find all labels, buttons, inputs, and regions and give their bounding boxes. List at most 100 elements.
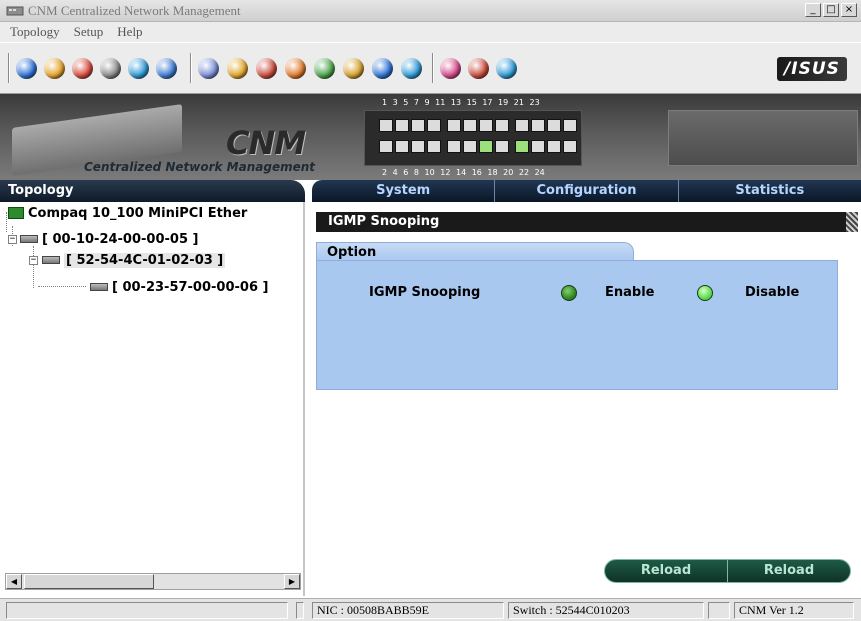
switch-port xyxy=(531,140,545,153)
switch-port xyxy=(379,119,393,132)
toolbar-button-icon[interactable] xyxy=(227,58,248,79)
switch-port xyxy=(463,140,477,153)
toolbar-button-icon[interactable] xyxy=(256,58,277,79)
content-area: IGMP Snooping Option IGMP Snooping Enabl… xyxy=(312,202,861,596)
section-header: IGMP Snooping xyxy=(316,212,846,232)
status-switch: Switch : 52544C010203 xyxy=(508,602,704,619)
window-title: CNM Centralized Network Management xyxy=(28,2,241,18)
toolbar-button-icon[interactable] xyxy=(440,58,461,79)
tree-root-label: Compaq 10_100 MiniPCI Ether xyxy=(28,205,248,221)
switch-port xyxy=(479,140,493,153)
tree-node-label: [ 00-23-57-00-00-06 ] xyxy=(112,279,269,295)
reload-button-2[interactable]: Reload xyxy=(727,560,850,582)
status-divider xyxy=(708,602,730,619)
menu-help[interactable]: Help xyxy=(117,24,142,40)
status-version: CNM Ver 1.2 xyxy=(734,602,854,619)
toolbar-button-icon[interactable] xyxy=(156,58,177,79)
tree-root[interactable]: Compaq 10_100 MiniPCI Ether xyxy=(8,204,247,222)
disable-radio[interactable] xyxy=(697,285,713,301)
toolbar-separator xyxy=(432,53,434,83)
switch-port xyxy=(531,119,545,132)
title-bar: CNM Centralized Network Management _ □ × xyxy=(0,0,861,22)
switch-port xyxy=(479,119,493,132)
switch-port xyxy=(547,140,561,153)
igmp-snooping-label: IGMP Snooping xyxy=(369,285,481,300)
switch-port xyxy=(515,119,529,132)
switch-icon xyxy=(20,235,38,243)
scrollbar-thumb[interactable] xyxy=(24,574,154,589)
status-nic: NIC : 00508BABB59E xyxy=(312,602,504,619)
toolbar: /ISUS xyxy=(0,42,861,94)
option-panel: IGMP Snooping Enable Disable xyxy=(316,260,838,390)
toolbar-separator xyxy=(8,53,10,83)
tree-node-switch-1[interactable]: [ 00-10-24-00-00-05 ] xyxy=(20,230,198,248)
toolbar-button-icon[interactable] xyxy=(44,58,65,79)
section-title: IGMP Snooping xyxy=(328,214,440,229)
scroll-left-arrow-icon[interactable]: ◀ xyxy=(6,574,22,589)
switch-port xyxy=(411,119,425,132)
tree-node-label: [ 00-10-24-00-00-05 ] xyxy=(42,231,199,247)
toolbar-button-icon[interactable] xyxy=(128,58,149,79)
tab-bar: System Configuration Statistics xyxy=(312,180,861,202)
tree-node-switch-3[interactable]: [ 00-23-57-00-00-06 ] xyxy=(90,278,268,296)
switch-port xyxy=(515,140,529,153)
switch-icon xyxy=(90,283,108,291)
toolbar-button-icon[interactable] xyxy=(496,58,517,79)
enable-radio[interactable] xyxy=(561,285,577,301)
minimize-button[interactable]: _ xyxy=(805,3,821,17)
cnm-logo: CNM xyxy=(226,124,306,162)
asus-logo: /ISUS xyxy=(777,57,847,81)
menu-topology[interactable]: Topology xyxy=(10,24,60,40)
disable-label: Disable xyxy=(745,285,800,300)
toolbar-button-icon[interactable] xyxy=(285,58,306,79)
toolbar-button-icon[interactable] xyxy=(16,58,37,79)
horizontal-scrollbar[interactable]: ◀ ▶ xyxy=(5,573,301,590)
port-numbers-bottom: 2 4 6 8 10 12 14 16 18 20 22 24 xyxy=(382,168,545,177)
network-card-icon xyxy=(8,207,24,219)
toolbar-button-icon[interactable] xyxy=(468,58,489,79)
switch-port xyxy=(463,119,477,132)
tree-node-switch-2[interactable]: [ 52-54-4C-01-02-03 ] xyxy=(42,251,226,269)
scroll-right-arrow-icon[interactable]: ▶ xyxy=(284,574,300,589)
toolbar-button-icon[interactable] xyxy=(314,58,335,79)
port-numbers-top: 1 3 5 7 9 11 13 15 17 19 21 23 xyxy=(382,98,540,107)
cnm-tagline: Centralized Network Management xyxy=(84,160,316,174)
toolbar-button-icon[interactable] xyxy=(372,58,393,79)
toolbar-separator xyxy=(190,53,192,83)
toolbar-button-icon[interactable] xyxy=(401,58,422,79)
collapse-icon[interactable]: − xyxy=(8,235,17,244)
menu-setup[interactable]: Setup xyxy=(74,24,104,40)
option-title: Option xyxy=(327,245,377,260)
tree-connector xyxy=(6,212,7,232)
app-icon xyxy=(6,6,24,15)
tree-connector xyxy=(38,286,86,287)
switch-port xyxy=(395,140,409,153)
switch-unit-image xyxy=(668,110,858,166)
port-row-bottom xyxy=(379,140,577,153)
tab-configuration[interactable]: Configuration xyxy=(495,180,679,202)
status-bar: NIC : 00508BABB59E Switch : 52544C010203… xyxy=(0,598,861,621)
switch-port xyxy=(447,140,461,153)
switch-port xyxy=(427,140,441,153)
topology-panel-header: Topology xyxy=(0,180,305,202)
switch-port xyxy=(411,140,425,153)
menu-bar: Topology Setup Help xyxy=(0,22,861,42)
switch-port xyxy=(547,119,561,132)
close-button[interactable]: × xyxy=(841,3,857,17)
switch-icon xyxy=(42,256,60,264)
status-divider xyxy=(296,602,304,619)
reload-button-1[interactable]: Reload xyxy=(605,560,727,582)
toolbar-button-icon[interactable] xyxy=(100,58,121,79)
tab-statistics[interactable]: Statistics xyxy=(679,180,861,202)
switch-port xyxy=(563,119,577,132)
switch-port xyxy=(495,119,509,132)
collapse-icon[interactable]: − xyxy=(29,256,38,265)
option-tab: Option xyxy=(316,242,634,262)
toolbar-button-icon[interactable] xyxy=(72,58,93,79)
toolbar-button-icon[interactable] xyxy=(343,58,364,79)
toolbar-button-icon[interactable] xyxy=(198,58,219,79)
tab-system[interactable]: System xyxy=(312,180,496,202)
maximize-button[interactable]: □ xyxy=(823,3,839,17)
switch-port xyxy=(379,140,393,153)
topology-header: Topology xyxy=(8,183,74,198)
